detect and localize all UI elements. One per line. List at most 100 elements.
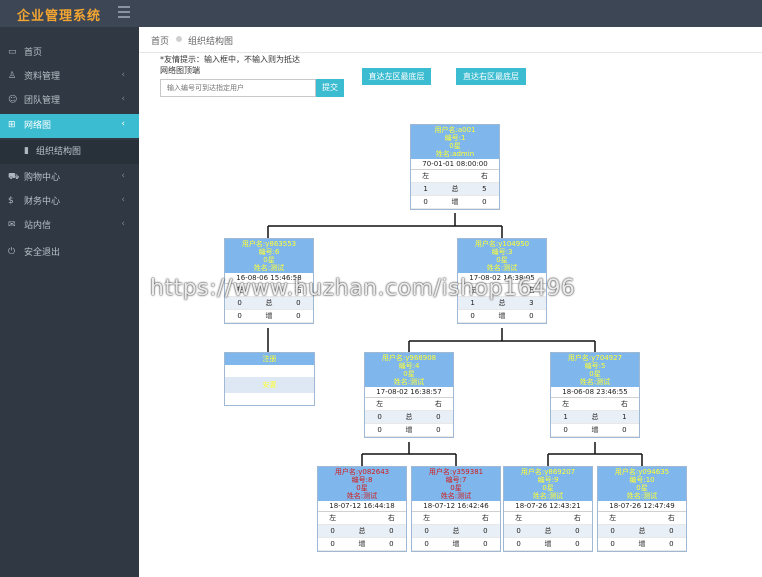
tree-node[interactable]: 用户名:y869207 编号:9 0星 姓名:测试 18-07-26 12:43:21 左… — [503, 466, 593, 552]
node-user: 用户名:y094635 — [614, 468, 670, 476]
node-stat-cell: 0 — [377, 426, 382, 434]
node-name: 姓名:测试 — [346, 492, 378, 500]
node-user: 用户名:y704927 — [567, 354, 623, 362]
tree-node[interactable]: 用户名:y359381 编号:7 0星 姓名:测试 18-07-12 16:42:46 左… — [411, 466, 501, 552]
node-stat-row: 0 增 0 — [412, 538, 500, 551]
node-stat-cell: 0 — [377, 413, 382, 421]
node-stat-cell: 0 — [424, 540, 429, 548]
node-stat-row: 左右 — [318, 512, 406, 525]
node-star: 0星 — [263, 256, 275, 264]
node-stat-row: 0 增 0 — [318, 538, 406, 551]
node-name: 姓名:admin — [435, 150, 475, 158]
node-name: 姓名:测试 — [253, 264, 285, 272]
node-stat-cell: 增 — [452, 540, 460, 548]
node-stat-row: 0 增 0 — [225, 310, 313, 323]
node-header: 用户名:y869207 编号:9 0星 姓名:测试 — [504, 467, 592, 501]
node-stat-row: 0 总 0 — [365, 411, 453, 424]
node-time: 18-07-12 16:42:46 — [412, 501, 500, 512]
node-name: 姓名:测试 — [440, 492, 472, 500]
node-user: 用户名:y104950 — [474, 240, 530, 248]
tree-node[interactable]: 用户名:y704927 编号:5 0星 姓名:测试 18-06-08 23:46:55 左… — [550, 352, 640, 438]
node-stat-cell: 增 — [591, 426, 599, 434]
node-stat-cell: 增 — [544, 540, 552, 548]
node-stat-cell: 0 — [610, 527, 615, 535]
node-user: 用户名:y359381 — [428, 468, 484, 476]
node-stat-cell: 0 — [529, 312, 534, 320]
node-header: 用户名:a001 编号:1 0星 姓名:admin — [411, 125, 499, 159]
node-stat-row: 0 增 0 — [365, 424, 453, 437]
node-no: 编号:3 — [491, 248, 513, 256]
node-stat-cell: 左 — [609, 514, 617, 522]
node-stat-cell: 增 — [358, 540, 366, 548]
node-stat-cell: 0 — [483, 527, 488, 535]
node-stat-row: 0 增 0 — [598, 538, 686, 551]
node-star: 0星 — [449, 142, 461, 150]
node-stat-row: 0 总 0 — [412, 525, 500, 538]
node-stat-cell: 总 — [591, 413, 599, 421]
tree-node[interactable]: 用户名:y968908 编号:4 0星 姓名:测试 17-08-02 16:38:57 左… — [364, 352, 454, 438]
node-stat-cell: 0 — [424, 527, 429, 535]
node-stat-cell: 总 — [358, 527, 366, 535]
node-header: 用户名:y104950 编号:3 0星 姓名:测试 — [458, 239, 546, 273]
node-no: 编号:8 — [351, 476, 373, 484]
node-stat-cell: 左 — [329, 514, 337, 522]
node-stat-cell: 总 — [452, 527, 460, 535]
node-star: 0星 — [356, 484, 368, 492]
node-stat-cell: 0 — [610, 540, 615, 548]
register-link[interactable]: 注册 — [225, 353, 314, 365]
node-name: 姓名:测试 — [393, 378, 425, 386]
node-stat-cell: 左 — [422, 172, 430, 180]
node-user: 用户名:y863553 — [241, 240, 297, 248]
node-stat-row: 0 增 0 — [504, 538, 592, 551]
placement-link[interactable]: 安置 — [225, 377, 314, 393]
node-no: 编号:5 — [584, 362, 606, 370]
node-stat-cell: 0 — [669, 527, 674, 535]
node-stat-cell: 总 — [451, 185, 459, 193]
node-stat-row: 左右 — [365, 398, 453, 411]
node-stat-cell: 右 — [434, 400, 442, 408]
node-time: 18-07-12 16:44:18 — [318, 501, 406, 512]
node-user: 用户名:y968908 — [381, 354, 437, 362]
node-header: 用户名:y863553 编号:6 0星 姓名:测试 — [225, 239, 313, 273]
node-stat-cell: 右 — [481, 514, 489, 522]
node-header: 用户名:y704927 编号:5 0星 姓名:测试 — [551, 353, 639, 387]
node-stat-cell — [394, 398, 423, 410]
node-stat-cell: 总 — [405, 413, 413, 421]
node-stat-cell: 左 — [423, 514, 431, 522]
node-stat-cell: 左 — [515, 514, 523, 522]
node-stat-cell: 右 — [480, 172, 488, 180]
node-stat-cell: 右 — [387, 514, 395, 522]
node-stat-cell: 右 — [573, 514, 581, 522]
node-stat-cell: 0 — [423, 198, 428, 206]
node-time: 17-08-02 16:38:57 — [365, 387, 453, 398]
node-stat-row: 0 增 0 — [458, 310, 546, 323]
node-stat-cell: 0 — [669, 540, 674, 548]
node-stat-cell: 0 — [516, 540, 521, 548]
tree-node[interactable]: 用户名:y094635 编号:10 0星 姓名:测试 18-07-26 12:47:49… — [597, 466, 687, 552]
node-stat-cell: 0 — [470, 312, 475, 320]
tree-node[interactable]: 用户名:a001 编号:1 0星 姓名:admin 70-01-01 08:00:00 左… — [410, 124, 500, 210]
node-stat-row: 1 总 1 — [551, 411, 639, 424]
node-stat-cell: 0 — [482, 198, 487, 206]
node-stat-row: 0 总 0 — [504, 525, 592, 538]
node-stat-cell: 0 — [436, 426, 441, 434]
node-stat-cell: 0 — [575, 527, 580, 535]
node-stat-cell: 0 — [483, 540, 488, 548]
node-star: 0星 — [496, 256, 508, 264]
node-stat-cell: 右 — [620, 400, 628, 408]
node-stat-row: 0 增 0 — [551, 424, 639, 437]
node-stat-cell: 1 — [423, 185, 428, 193]
node-stat-row: 左右 — [411, 170, 499, 183]
node-stat-cell: 0 — [389, 540, 394, 548]
node-stat-cell: 1 — [563, 413, 568, 421]
tree-node[interactable]: 用户名:y082643 编号:8 0星 姓名:测试 18-07-12 16:44:18 左… — [317, 466, 407, 552]
node-stat-cell: 0 — [516, 527, 521, 535]
node-name: 姓名:测试 — [579, 378, 611, 386]
node-time: 18-07-26 12:43:21 — [504, 501, 592, 512]
node-header: 用户名:y094635 编号:10 0星 姓名:测试 — [598, 467, 686, 501]
node-stat-cell — [440, 170, 469, 182]
empty-slot[interactable]: 注册 安置 — [224, 352, 315, 406]
node-no: 编号:7 — [445, 476, 467, 484]
node-stat-row: 左右 — [598, 512, 686, 525]
watermark: https://www.huzhan.com/ishop16496 — [150, 276, 576, 301]
